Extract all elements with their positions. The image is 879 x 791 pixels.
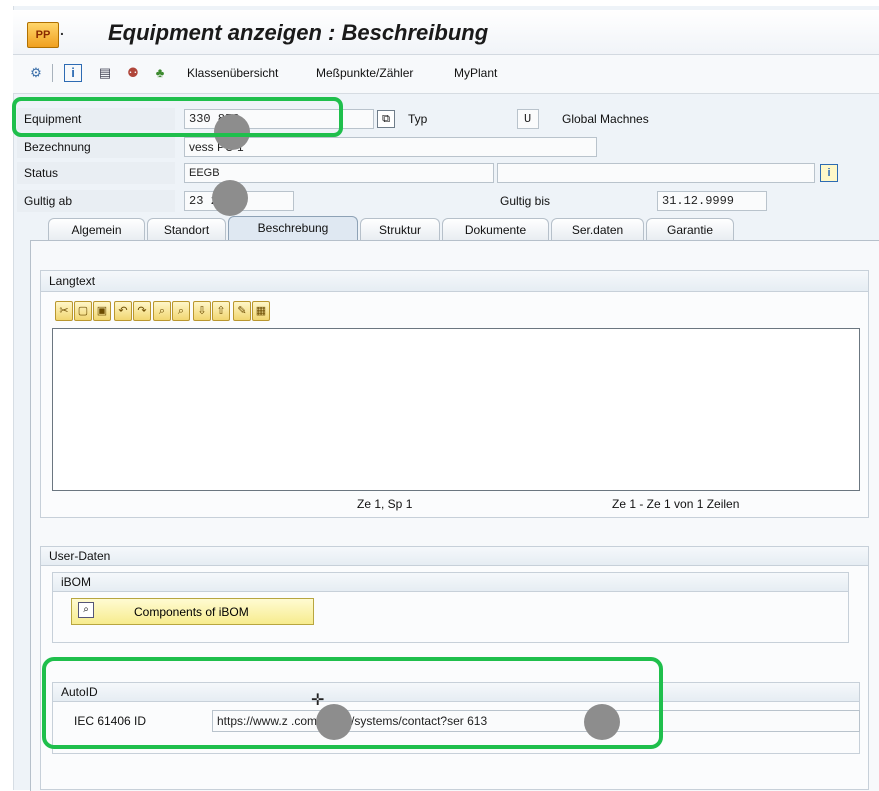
save-text-icon[interactable]: ▦ <box>252 301 270 321</box>
tab-struktur[interactable]: Struktur <box>360 218 440 241</box>
langtext-group-title: Langtext <box>40 270 869 292</box>
toolbar-separator <box>52 64 53 82</box>
autoid-highlight <box>42 657 663 749</box>
undo-icon[interactable]: ↶ <box>114 301 132 321</box>
gueltig-bis-field[interactable]: 31.12.9999 <box>657 191 767 211</box>
document-icon[interactable]: ▤ <box>96 64 114 82</box>
copy-icon[interactable]: ▢ <box>74 301 92 321</box>
langtext-editor[interactable] <box>52 328 860 491</box>
klassenuebersicht-button[interactable]: Klassenübersicht <box>187 66 278 80</box>
app-menu-dot: . <box>60 22 64 38</box>
cut-icon[interactable]: ✂ <box>55 301 73 321</box>
status-info-icon[interactable]: i <box>820 164 838 182</box>
typ-label: Typ <box>408 112 428 126</box>
app-menu-icon[interactable]: PP <box>27 22 59 48</box>
components-ibom-label: Components of iBOM <box>134 605 249 619</box>
gueltig-bis-label: Gultig bis <box>500 194 551 208</box>
info-icon[interactable]: i <box>64 64 82 82</box>
export-icon[interactable]: ⇧ <box>212 301 230 321</box>
tab-garantie[interactable]: Garantie <box>646 218 734 241</box>
screen-title: Equipment anzeigen : Beschreibung <box>108 20 489 45</box>
ibom-group-title: iBOM <box>52 572 849 592</box>
partners-icon[interactable]: ⚉ <box>124 64 142 82</box>
hierarchy-icon[interactable]: ♣ <box>151 64 169 82</box>
magnifier-icon: ⌕ <box>78 602 94 618</box>
components-ibom-button[interactable]: ⌕ Components of iBOM <box>71 598 314 625</box>
bezeichnung-label: Bezechnung <box>24 140 91 154</box>
find-icon[interactable]: ⌕ <box>153 301 171 321</box>
import-icon[interactable]: ⇩ <box>193 301 211 321</box>
tab-standort[interactable]: Standort <box>147 218 226 241</box>
typ-description: Global Machnes <box>562 112 649 126</box>
gueltig-ab-label: Gultig ab <box>24 194 73 208</box>
tab-serdaten[interactable]: Ser.daten <box>551 218 644 241</box>
display-change-icon[interactable]: ⚙ <box>27 64 45 82</box>
find-next-icon[interactable]: ⌕ <box>172 301 190 321</box>
editor-line-info: Ze 1 - Ze 1 von 1 Zeilen <box>612 497 740 511</box>
editor-cursor-position: Ze 1, Sp 1 <box>357 497 413 511</box>
tab-beschreibung[interactable]: Beschrebung <box>228 216 358 241</box>
equipment-copy-icon[interactable]: ⧉ <box>377 110 395 128</box>
status-user-field[interactable] <box>497 163 815 183</box>
equipment-highlight <box>12 97 343 137</box>
messpunkte-button[interactable]: Meßpunkte/Zähler <box>316 66 413 80</box>
tab-allgemein[interactable]: Algemein <box>48 218 145 241</box>
mouse-cursor-icon: ✛ <box>311 692 325 709</box>
paste-icon[interactable]: ▣ <box>93 301 111 321</box>
status-label: Status <box>24 166 59 180</box>
userdaten-group-title: User-Daten <box>40 546 869 566</box>
myplant-button[interactable]: MyPlant <box>454 66 497 80</box>
change-mode-icon[interactable]: ✎ <box>233 301 251 321</box>
typ-field[interactable]: U <box>517 109 539 129</box>
redo-icon[interactable]: ↷ <box>133 301 151 321</box>
redaction-blob <box>212 180 248 216</box>
application-toolbar <box>13 55 879 94</box>
tab-dokumente[interactable]: Dokumente <box>442 218 549 241</box>
